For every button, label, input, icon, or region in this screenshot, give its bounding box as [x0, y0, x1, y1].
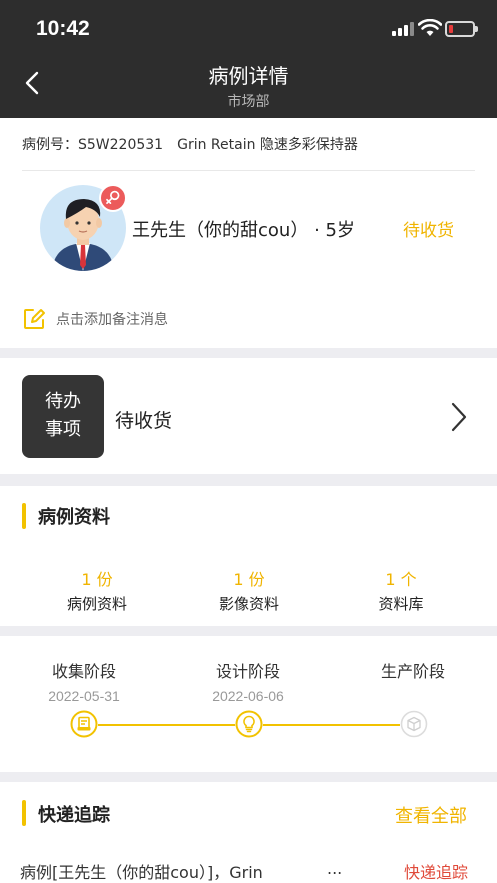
patient-name: 王先生（你的甜cou） [132, 220, 309, 241]
section-accent-bar [22, 800, 26, 826]
stage-name: 收集阶段 [51, 662, 116, 681]
case-records-card: 病例资料 1 份 病例资料 1 份 影像资料 1 个 资料库 [0, 486, 497, 626]
stat-image-records[interactable]: 1 份 影像资料 [189, 566, 309, 614]
stat-count: 1 份 [233, 570, 265, 589]
stage-date: 2022-05-31 [48, 688, 120, 704]
stat-case-records[interactable]: 1 份 病例资料 [37, 566, 157, 614]
gender-icon [99, 184, 127, 212]
case-info-card: 病例号：S5W220531 Grin Retain 隐速多彩保持器 王先生（你的甜… [0, 118, 497, 348]
stat-count: 1 个 [385, 570, 417, 589]
stat-label: 影像资料 [218, 595, 279, 613]
stat-count: 1 份 [81, 570, 113, 589]
status-bar: 10:42 [0, 0, 497, 58]
divider [22, 170, 475, 171]
stage-name: 设计阶段 [215, 662, 280, 681]
todo-label-line1: 待办 [45, 391, 81, 412]
todo-status: 待收货 [115, 410, 173, 432]
battery-icon [445, 21, 478, 37]
chevron-right-icon[interactable] [450, 402, 468, 432]
document-stage-icon [70, 710, 98, 738]
tracking-section-title: 快递追踪 [38, 805, 110, 826]
status-time: 10:42 [36, 17, 90, 40]
records-section-title: 病例资料 [38, 507, 110, 528]
stage-production: 生产阶段 [338, 658, 488, 688]
patient-line: 王先生（你的甜cou） · 5岁 [132, 216, 355, 242]
case-number: 病例号：S5W220531 [22, 137, 164, 153]
case-number-line: 病例号：S5W220531 Grin Retain 隐速多彩保持器 [22, 134, 358, 154]
view-all-link[interactable]: 查看全部 [395, 802, 467, 828]
page-subtitle: 市场部 [227, 94, 270, 110]
box-stage-icon [400, 710, 428, 738]
todo-card[interactable]: 待办 事项 待收货 [0, 358, 497, 474]
tracking-entry-text: 病例[王先生（你的甜cou）]，Grin [20, 863, 263, 882]
stage-progress-card: 收集阶段 2022-05-31 设计阶段 2022-06-06 生产阶段 [0, 636, 497, 772]
tracking-card: 快递追踪 查看全部 病例[王先生（你的甜cou）]，Grin ... 快递追踪 [0, 782, 497, 883]
add-note-button[interactable]: 点击添加备注消息 [22, 307, 168, 331]
stat-label: 资料库 [378, 595, 424, 613]
stat-library[interactable]: 1 个 资料库 [341, 566, 461, 614]
case-status-badge: 待收货 [403, 221, 454, 241]
tracking-link[interactable]: 快递追踪 [404, 859, 468, 883]
edit-note-icon [24, 309, 45, 329]
patient-age: · 5岁 [314, 220, 355, 241]
stage-design: 设计阶段 2022-06-06 [173, 658, 323, 704]
stage-name: 生产阶段 [380, 662, 445, 681]
todo-label-box: 待办 事项 [22, 375, 104, 458]
app-header: 10:42 病例详情 市场部 [0, 0, 497, 118]
wifi-icon [418, 19, 442, 36]
case-product: Grin Retain 隐速多彩保持器 [177, 137, 358, 153]
section-accent-bar [22, 503, 26, 529]
tracking-entry-ellipsis: ... [327, 859, 343, 878]
stage-collect: 收集阶段 2022-05-31 [9, 658, 159, 704]
lightbulb-stage-icon [235, 710, 263, 738]
todo-label-line2: 事项 [45, 419, 81, 440]
signal-icon [392, 22, 414, 36]
page-title: 病例详情 [208, 64, 289, 88]
stage-date: 2022-06-06 [212, 688, 284, 704]
add-note-label: 点击添加备注消息 [56, 312, 168, 328]
stat-label: 病例资料 [66, 595, 127, 613]
